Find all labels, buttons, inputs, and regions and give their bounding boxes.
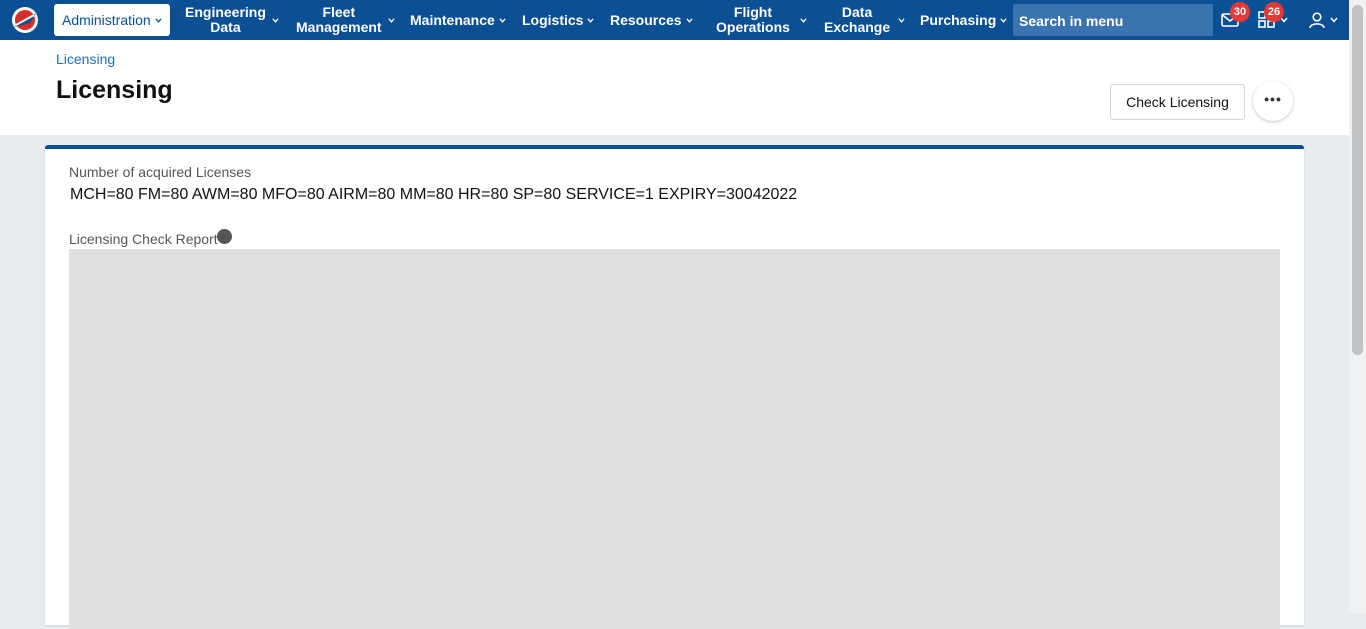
check-licensing-button[interactable]: Check Licensing — [1110, 84, 1245, 120]
more-actions-button[interactable]: ••• — [1253, 81, 1293, 121]
page-title: Licensing — [56, 76, 173, 104]
nav-engineering-data-label: Engineering Data — [185, 4, 266, 35]
nav-maintenance-label: Maintenance — [410, 11, 495, 28]
nav-fleet-management[interactable]: Fleet Management — [296, 0, 395, 40]
nav-data-exchange-label: Data Exchange — [824, 4, 891, 35]
user-menu-button[interactable] — [1308, 8, 1340, 32]
chevron-down-icon — [387, 17, 395, 23]
more-icon: ••• — [1264, 91, 1282, 107]
apps-button[interactable]: 26 — [1258, 2, 1292, 32]
nav-data-exchange[interactable]: Data Exchange — [824, 0, 905, 40]
nav-flight-operations-label: Flight Operations — [716, 4, 790, 35]
user-icon — [1309, 12, 1325, 29]
apps-count-badge: 26 — [1264, 2, 1284, 22]
nav-engineering-data[interactable]: Engineering Data — [185, 0, 279, 40]
nav-flight-operations[interactable]: Flight Operations — [716, 0, 807, 40]
nav-administration[interactable]: Administration — [54, 4, 170, 36]
scrollbar-thumb[interactable] — [1352, 5, 1363, 355]
breadcrumb-licensing[interactable]: Licensing — [56, 51, 115, 67]
chevron-down-icon — [155, 17, 162, 23]
licenses-value: MCH=80 FM=80 AWM=80 MFO=80 AIRM=80 MM=80… — [70, 186, 798, 203]
chevron-down-icon — [1000, 17, 1007, 23]
top-navigation-bar: Administration Engineering Data Fleet Ma… — [0, 0, 1349, 40]
nav-maintenance[interactable]: Maintenance — [410, 0, 506, 40]
chevron-down-icon — [272, 17, 279, 23]
chevron-down-icon — [800, 17, 807, 23]
licenses-label: Number of acquired Licenses — [69, 164, 252, 180]
nav-logistics-label: Logistics — [522, 11, 584, 28]
chevron-down-icon — [1330, 17, 1338, 23]
licensing-check-report-area — [69, 249, 1280, 629]
nav-purchasing-label: Purchasing — [920, 11, 997, 28]
mail-button[interactable]: 30 — [1220, 2, 1250, 32]
report-label: Licensing Check Report — [69, 231, 218, 247]
info-icon[interactable] — [217, 229, 232, 244]
page-header: Licensing Licensing Check Licensing ••• — [0, 40, 1349, 135]
chevron-down-icon — [587, 17, 595, 23]
mail-count-badge: 30 — [1230, 2, 1250, 22]
nav-logistics[interactable]: Logistics — [522, 0, 595, 40]
chevron-down-icon — [499, 17, 506, 23]
nav-administration-label: Administration — [62, 11, 151, 28]
menu-search-input[interactable]: Search in menu — [1013, 4, 1213, 36]
nav-resources[interactable]: Resources — [610, 0, 693, 40]
nav-fleet-management-label: Fleet Management — [296, 4, 382, 35]
nav-resources-label: Resources — [610, 11, 682, 28]
app-logo-icon[interactable] — [10, 5, 40, 35]
chevron-down-icon — [898, 17, 905, 23]
nav-purchasing[interactable]: Purchasing — [920, 0, 1007, 40]
chevron-down-icon — [685, 17, 693, 23]
licensing-card: Number of acquired Licenses MCH=80 FM=80… — [45, 145, 1304, 629]
